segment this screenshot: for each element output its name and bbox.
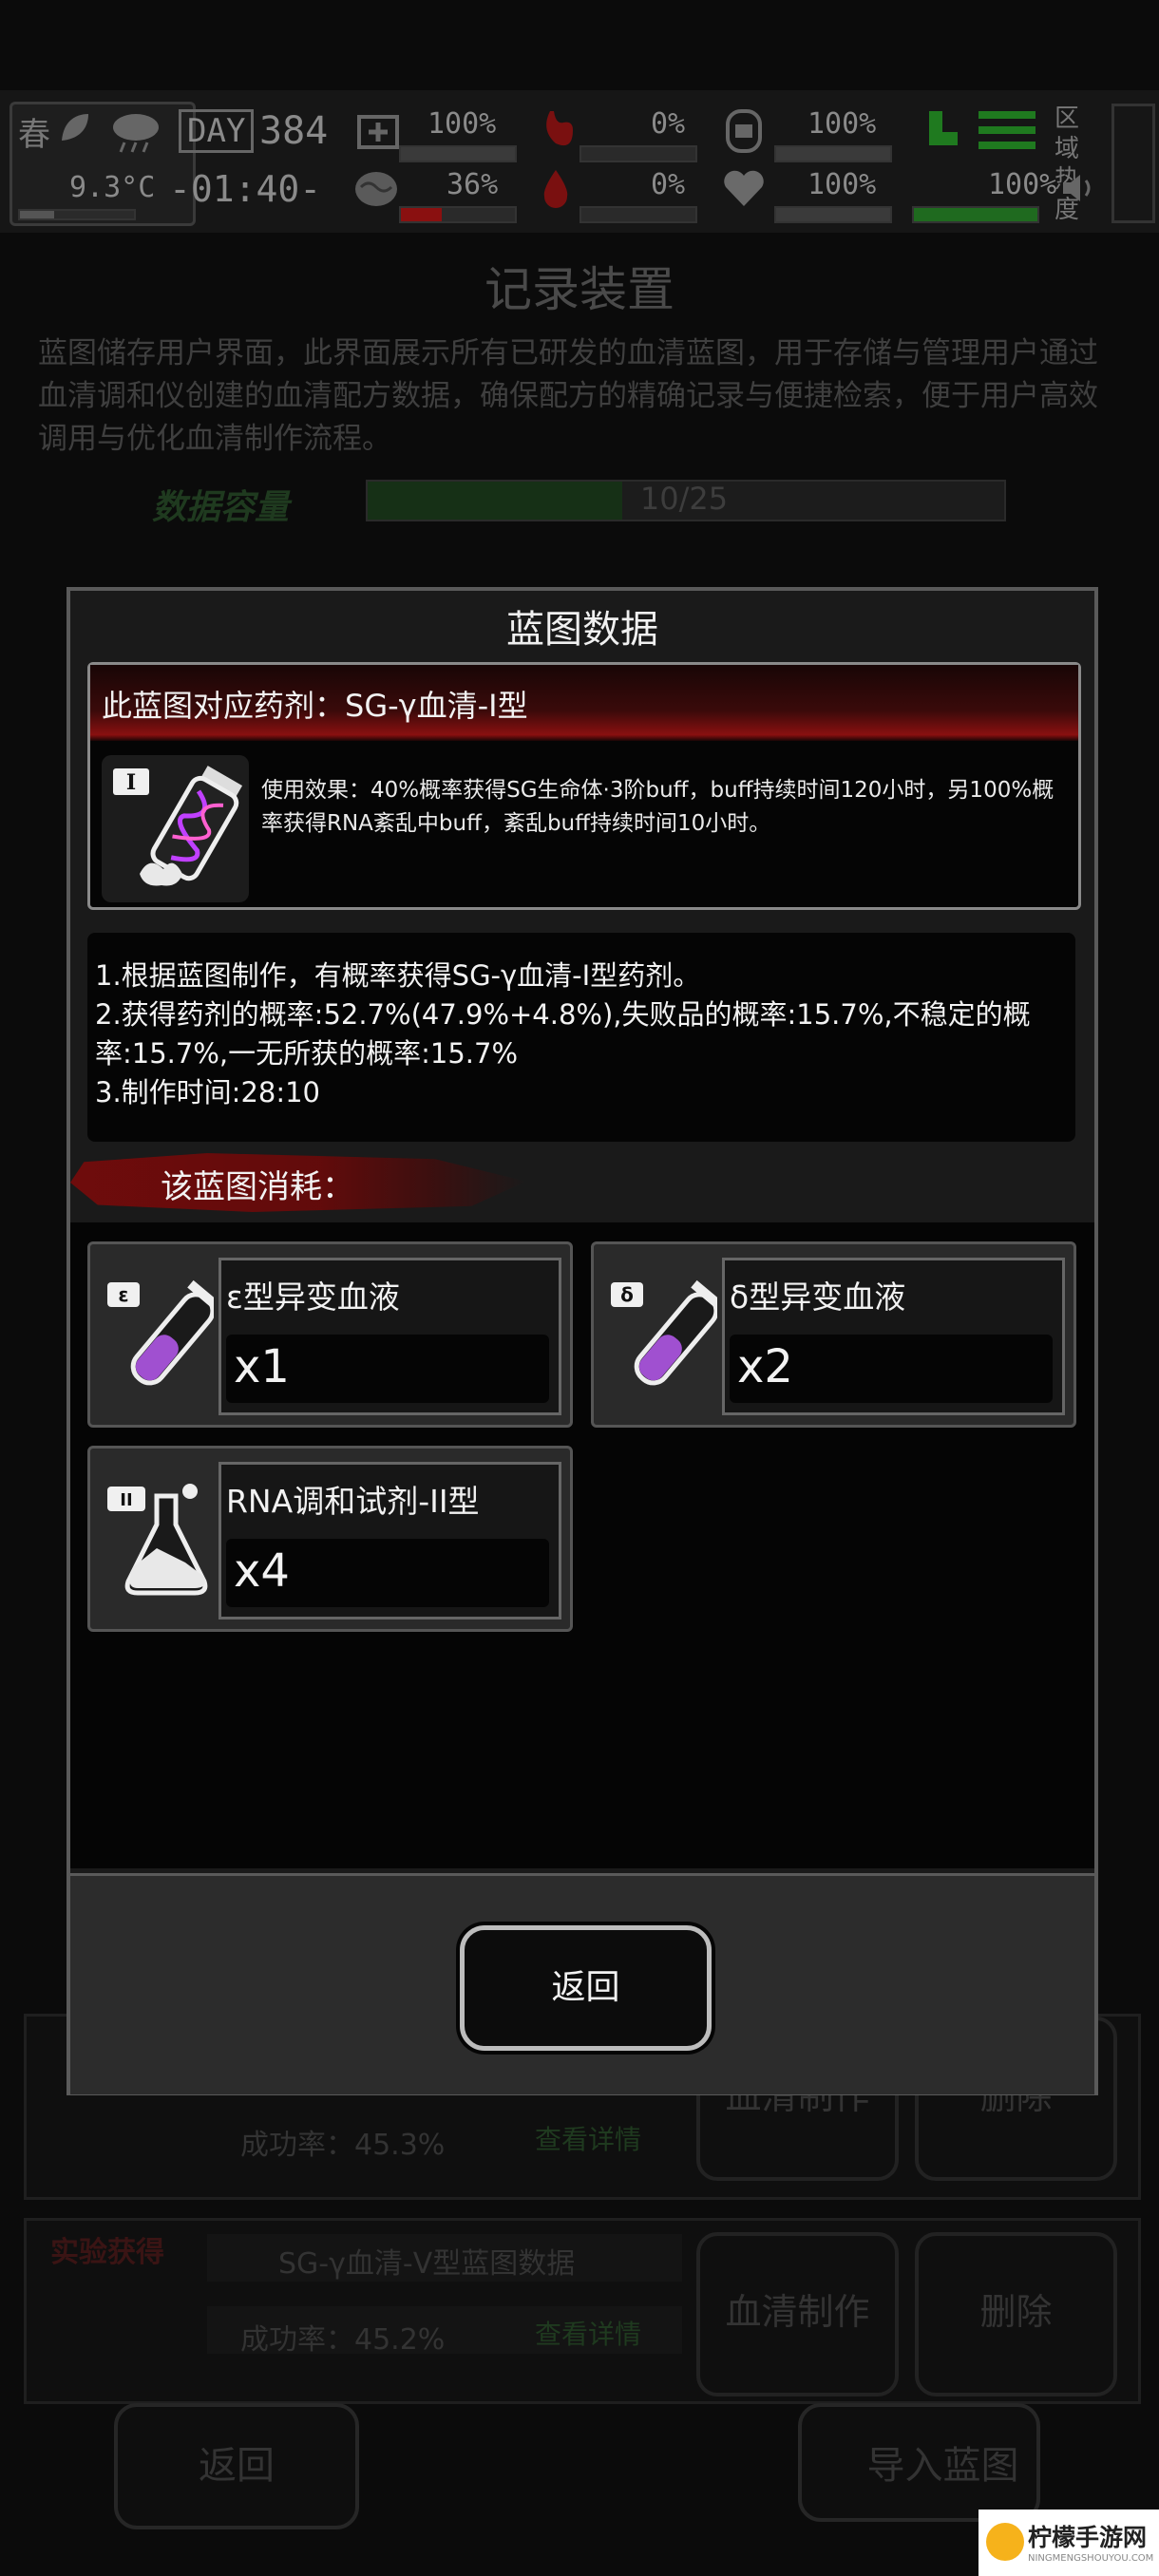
blood-bar xyxy=(580,145,697,162)
blueprint-card: 实验获得 SG-γ血清-V型蓝图数据 成功率：45.2% 查看详情 血清制作 删… xyxy=(24,2218,1141,2404)
heart-percent: 100% xyxy=(808,168,877,201)
page-return-button[interactable]: 返回 xyxy=(114,2403,359,2529)
stomach-bar xyxy=(774,145,892,162)
material-name: δ型异变血液 xyxy=(730,1279,906,1316)
import-blueprint-label: 导入蓝图 xyxy=(866,2444,1019,2488)
success-rate: 成功率：45.2% xyxy=(240,2323,446,2357)
source-label: 实验获得 xyxy=(50,2236,164,2269)
day-label: DAY xyxy=(179,109,255,153)
watermark: 柠檬手游网 NINGMENGSHOUYOU.COM xyxy=(978,2510,1159,2576)
health-percent: 100% xyxy=(428,107,497,141)
serum-make-button[interactable]: 血清制作 xyxy=(696,2232,899,2396)
info-line: 2.获得药剂的概率:52.7%(47.9%+4.8%),失败品的概率:15.7%… xyxy=(95,998,1031,1031)
blueprint-data-modal: 蓝图数据 此蓝图对应药剂：SG-γ血清-I型 I 使用效果：40%概率获得SG生… xyxy=(66,587,1098,2095)
modal-title: 蓝图数据 xyxy=(506,608,658,652)
region-heat-label: 区域热度 xyxy=(1054,104,1080,224)
stamina-bar xyxy=(912,206,1039,223)
test-tube-icon: ε xyxy=(100,1263,227,1406)
capacity-text: 10/25 xyxy=(639,481,729,517)
craft-info-box: 1.根据蓝图制作，有概率获得SG-γ血清-I型药剂。 2.获得药剂的概率:52.… xyxy=(87,933,1075,1142)
watermark-name: 柠檬手游网 xyxy=(1028,2524,1148,2551)
material-info: RNA调和试剂-II型 x4 xyxy=(218,1462,561,1619)
material-info: δ型异变血液 x2 xyxy=(722,1258,1065,1415)
drug-header: 此蓝图对应药剂：SG-γ血清-I型 xyxy=(90,665,1078,741)
flask-icon: II xyxy=(100,1468,214,1610)
drug-name: 此蓝图对应药剂：SG-γ血清-I型 xyxy=(102,688,528,724)
test-tube-icon: δ xyxy=(603,1263,731,1406)
drop-bar xyxy=(580,206,697,223)
heart-bar xyxy=(774,206,892,223)
region-heat-bar xyxy=(1112,104,1155,223)
serum-vial-icon: I xyxy=(102,755,249,902)
rain-cloud-icon xyxy=(113,114,159,153)
day-value: 384 xyxy=(259,109,329,153)
info-line: 率:15.7%,一无所获的概率:15.7% xyxy=(95,1037,519,1070)
clock-value: -01:40- xyxy=(169,168,322,210)
drop-percent: 0% xyxy=(651,168,686,201)
stomach-percent: 100% xyxy=(808,107,877,141)
material-info: ε型异变血液 x1 xyxy=(218,1258,561,1415)
material-qty: x2 xyxy=(737,1340,793,1393)
boot-icon xyxy=(929,111,958,145)
view-detail-link[interactable]: 查看详情 xyxy=(535,2119,641,2157)
modal-return-button[interactable]: 返回 xyxy=(460,1925,712,2051)
lemon-logo-icon xyxy=(986,2523,1024,2561)
consume-label: 该蓝图消耗： xyxy=(161,1168,354,1206)
material-badge: ε xyxy=(118,1283,128,1306)
watermark-sub: NINGMENGSHOUYOU.COM xyxy=(1028,2553,1154,2564)
drug-panel: 此蓝图对应药剂：SG-γ血清-I型 I 使用效果：40%概率获得SG生命体·3阶… xyxy=(87,662,1081,910)
temperature-value: 9.3°C xyxy=(69,171,156,204)
stamina-stripe xyxy=(978,126,1036,134)
temperature-bar xyxy=(18,209,136,220)
stamina-stripe xyxy=(978,142,1036,149)
leaf-icon xyxy=(62,114,88,141)
material-card[interactable]: δ δ型异变血液 x2 xyxy=(591,1241,1076,1428)
page-description: 蓝图储存用户界面，此界面展示所有已研发的血清蓝图，用于存储与管理用户通过血清调和… xyxy=(38,336,1098,456)
day-panel: DAY 384 -01:40- xyxy=(169,102,331,220)
material-card[interactable]: II RNA调和试剂-II型 x4 xyxy=(87,1446,573,1632)
material-qty: x1 xyxy=(234,1340,290,1393)
season-label: 春 xyxy=(18,116,50,154)
view-detail-link[interactable]: 查看详情 xyxy=(535,2314,641,2352)
blueprint-title: SG-γ血清-V型蓝图数据 xyxy=(278,2247,576,2281)
heart-icon xyxy=(724,170,764,206)
material-qty-box: x2 xyxy=(730,1335,1053,1403)
material-card[interactable]: ε ε型异变血液 x1 xyxy=(87,1241,573,1428)
info-line: 3.制作时间:28:10 xyxy=(95,1076,321,1108)
stomach-icon xyxy=(546,111,573,146)
material-badge: δ xyxy=(620,1283,634,1306)
stamina-percent: 100% xyxy=(988,168,1057,201)
material-badge: II xyxy=(120,1490,132,1510)
brain-icon xyxy=(355,172,397,206)
brain-bar xyxy=(399,206,517,223)
drug-badge: I xyxy=(126,770,136,795)
success-rate: 成功率：45.3% xyxy=(240,2129,446,2162)
material-qty: x4 xyxy=(234,1544,290,1598)
status-bar: 春 9.3°C DAY 384 -01:40- 100% 36% 0% 0% 1… xyxy=(0,90,1159,233)
drug-effect-text: 使用效果：40%概率获得SG生命体·3阶buff，buff持续时间120小时，另… xyxy=(261,778,1054,836)
medkit-icon xyxy=(357,115,399,149)
stamina-stripe xyxy=(978,111,1036,119)
capacity-label: 数据容量 xyxy=(152,488,290,527)
material-qty-box: x1 xyxy=(226,1335,549,1403)
speaker-icon[interactable] xyxy=(1059,171,1097,205)
blood-drop-icon xyxy=(543,170,568,208)
delete-button[interactable]: 删除 xyxy=(915,2232,1117,2396)
blood-percent: 0% xyxy=(651,107,686,141)
import-blueprint-button[interactable]: 导入蓝图 xyxy=(798,2403,1040,2522)
page-title: 记录装置 xyxy=(484,262,674,317)
material-qty-box: x4 xyxy=(226,1539,549,1607)
material-name: ε型异变血液 xyxy=(226,1279,400,1316)
weather-panel: 春 9.3°C xyxy=(10,102,196,226)
info-line: 1.根据蓝图制作，有概率获得SG-γ血清-I型药剂。 xyxy=(95,959,701,992)
material-name: RNA调和试剂-II型 xyxy=(226,1483,480,1520)
capsule-icon xyxy=(726,109,762,153)
health-bar xyxy=(399,145,517,162)
modal-footer: 返回 xyxy=(70,1873,1094,2094)
brain-percent: 36% xyxy=(446,168,499,201)
